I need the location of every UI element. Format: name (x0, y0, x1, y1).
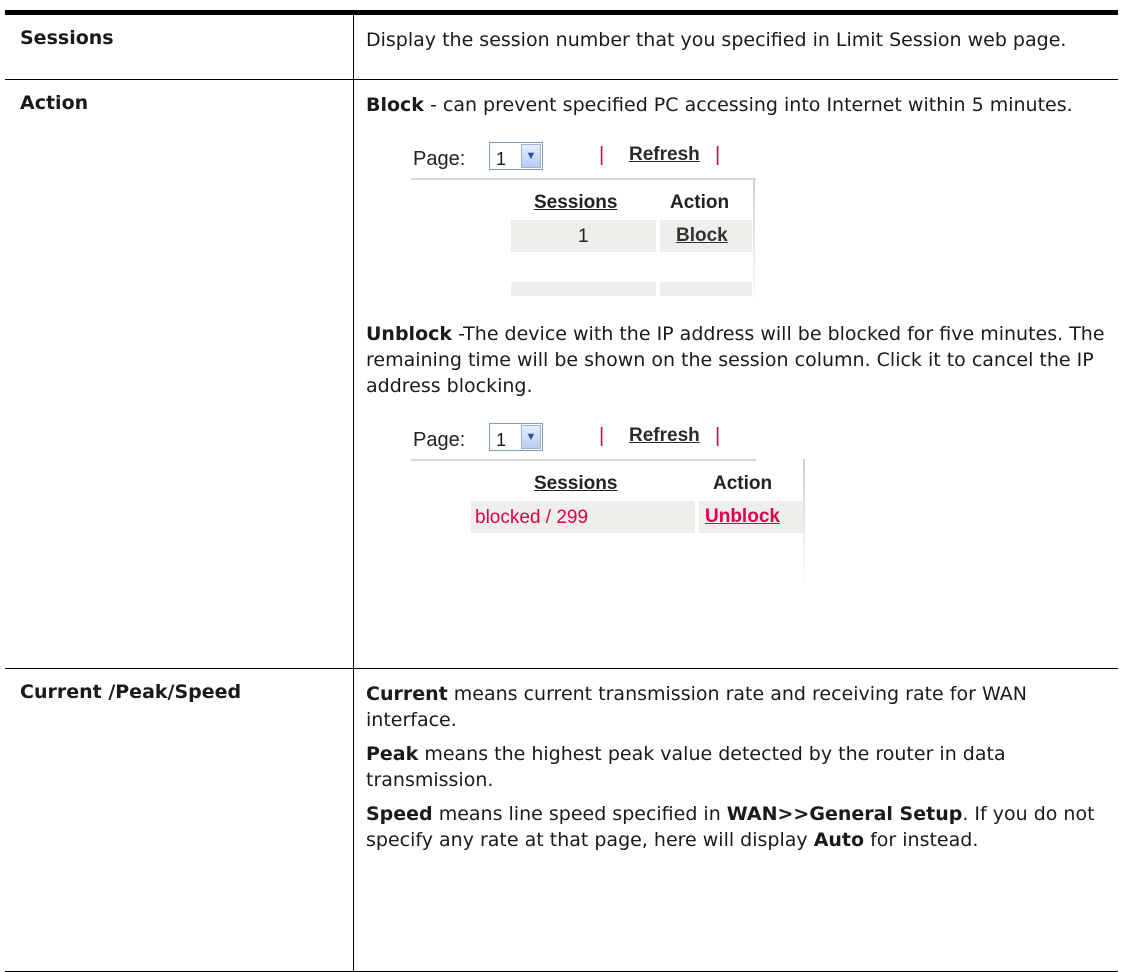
block-link[interactable]: Block (676, 223, 728, 249)
session-value: 1 (578, 226, 589, 247)
unblock-text: -The device with the IP address will be … (366, 323, 1105, 397)
session-value: blocked / 299 (475, 507, 589, 528)
term-action: Action (5, 80, 354, 668)
page-select[interactable]: 1 ▼ (489, 142, 543, 170)
desc-action: Block - can prevent specified PC accessi… (354, 80, 1118, 668)
unblock-paragraph: Unblock -The device with the IP address … (366, 321, 1108, 399)
sessions-description: Display the session number that you spec… (366, 29, 1067, 51)
term-sessions: Sessions (5, 15, 354, 79)
table-edge (803, 459, 805, 589)
speed-path: WAN>>General Setup (726, 803, 963, 825)
page-select-value: 1 (496, 430, 507, 450)
page-select-value: 1 (496, 149, 507, 169)
block-paragraph: Block - can prevent specified PC accessi… (366, 92, 1108, 118)
unblock-term: Unblock (366, 323, 453, 345)
current-text: means current transmission rate and rece… (366, 683, 1027, 731)
description-table: Sessions Display the session number that… (5, 10, 1118, 972)
refresh-link[interactable]: Refresh (629, 142, 700, 168)
page-select[interactable]: 1 ▼ (489, 423, 543, 451)
separator-right: | (715, 144, 721, 166)
separator-right: | (715, 425, 721, 447)
peak-term: Peak (366, 743, 419, 765)
col-header-action: Action (713, 473, 773, 494)
block-text: - can prevent specified PC accessing int… (423, 94, 1073, 116)
separator-left: | (599, 425, 605, 447)
speed-term: Speed (366, 803, 433, 825)
col-header-sessions[interactable]: Sessions (534, 190, 617, 216)
empty-row-bg (511, 282, 656, 296)
unblock-link[interactable]: Unblock (705, 504, 780, 530)
current-term: Current (366, 683, 448, 705)
separator-left: | (599, 144, 605, 166)
col-header-action: Action (670, 192, 730, 213)
empty-row-bg (660, 282, 752, 296)
term-current-peak-speed: Current /Peak/Speed (5, 669, 354, 971)
table-edge (753, 178, 755, 308)
speed-auto: Auto (813, 829, 865, 851)
chevron-down-icon[interactable]: ▼ (521, 144, 541, 168)
page-label: Page: (413, 429, 466, 451)
table-row-action: Action Block - can prevent specified PC … (5, 80, 1118, 669)
table-row-sessions: Sessions Display the session number that… (5, 15, 1118, 80)
peak-text: means the highest peak value detected by… (366, 743, 1006, 791)
peak-paragraph: Peak means the highest peak value detect… (366, 741, 1108, 793)
chevron-down-icon[interactable]: ▼ (521, 425, 541, 449)
current-paragraph: Current means current transmission rate … (366, 681, 1108, 733)
refresh-link[interactable]: Refresh (629, 423, 700, 449)
block-screenshot: Page: 1 ▼ | Refresh | Sessions Action 1 … (411, 132, 811, 308)
desc-sessions: Display the session number that you spec… (354, 15, 1118, 79)
page-label: Page: (413, 148, 466, 170)
speed-text-1: means line speed specified in (432, 803, 727, 825)
col-header-sessions[interactable]: Sessions (534, 471, 617, 497)
desc-current-peak-speed: Current means current transmission rate … (354, 669, 1118, 971)
block-term: Block (366, 94, 424, 116)
table-row-current-peak-speed: Current /Peak/Speed Current means curren… (5, 669, 1118, 971)
unblock-screenshot: Page: 1 ▼ | Refresh | Sessions Action bl… (411, 413, 811, 589)
speed-paragraph: Speed means line speed specified in WAN>… (366, 801, 1108, 853)
speed-text-3: for instead. (864, 829, 979, 851)
